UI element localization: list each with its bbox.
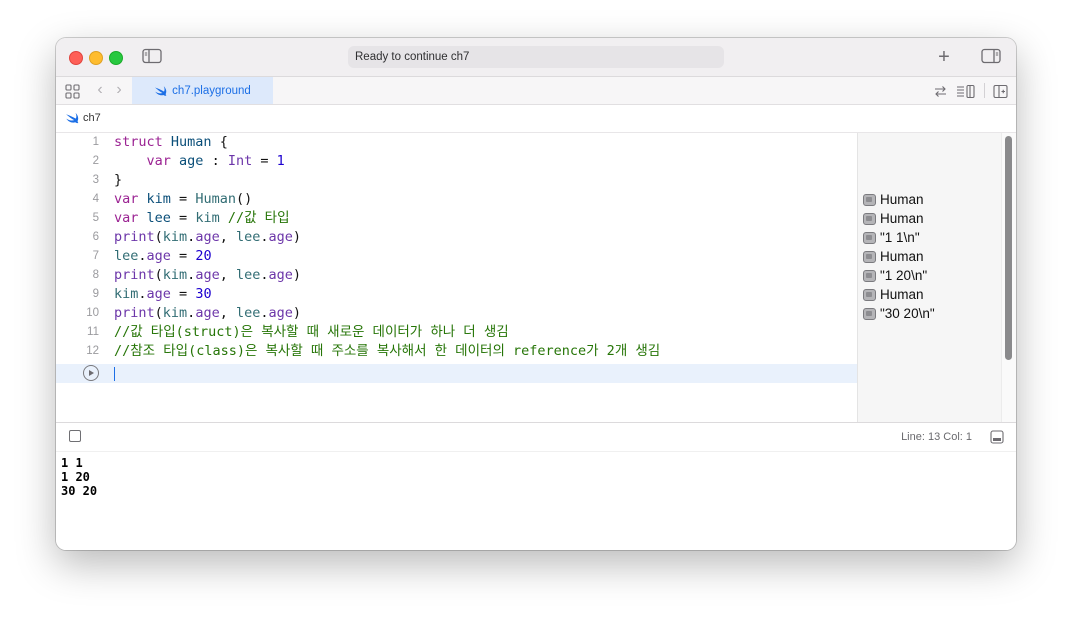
tab-ch7-playground[interactable]: ch7.playground: [132, 77, 273, 104]
quick-look-icon[interactable]: [863, 269, 876, 282]
code-line[interactable]: 6 print(kim.age, lee.age): [56, 228, 857, 247]
code-line[interactable]: 7 lee.age = 20: [56, 247, 857, 266]
console-toggle-icon[interactable]: [990, 430, 1004, 444]
title-bar: Ready to continue ch7 +: [56, 38, 1016, 77]
swift-icon: [155, 85, 167, 96]
cursor-position: Line: 13 Col: 1: [901, 431, 972, 443]
inspector-toggle-icon[interactable]: [981, 48, 1001, 64]
result-item[interactable]: Human: [863, 190, 924, 209]
result-item[interactable]: Human: [863, 247, 924, 266]
tab-label: ch7.playground: [172, 84, 251, 97]
close-window-button[interactable]: [69, 51, 83, 65]
result-item[interactable]: "30 20\n": [863, 304, 935, 323]
result-value: "1 1\n": [880, 230, 920, 245]
code-line[interactable]: 11 //값 타입(struct)은 복사할 때 새로운 데이터가 하나 더 생김: [56, 323, 857, 342]
editor-options-icon[interactable]: [956, 83, 976, 99]
code-text: print(kim.age, lee.age): [114, 305, 302, 321]
code-line[interactable]: 2 var age : Int = 1: [56, 152, 857, 171]
debug-bar: Line: 13 Col: 1: [56, 422, 1016, 452]
line-number: 11: [87, 326, 99, 338]
result-value: Human: [880, 249, 924, 264]
code-comment: //값 타입: [227, 210, 290, 226]
editor-scroll-thumb[interactable]: [1005, 136, 1012, 360]
current-line[interactable]: [56, 364, 857, 383]
line-number: 9: [92, 288, 99, 300]
quick-look-icon[interactable]: [863, 288, 876, 301]
code-line[interactable]: 3}: [56, 171, 857, 190]
quick-look-icon[interactable]: [863, 193, 876, 206]
quick-look-icon[interactable]: [863, 212, 876, 225]
result-item[interactable]: Human: [863, 285, 924, 304]
code-line[interactable]: 5 var lee = kim //값 타입: [56, 209, 857, 228]
activity-status: Ready to continue ch7: [348, 46, 724, 68]
code-text: print(kim.age, lee.age): [114, 267, 302, 283]
code-line[interactable]: 1 struct Human {: [56, 133, 857, 152]
results-sidebar: Human Human "1 1\n" Human "1 20\n" Human…: [857, 133, 1002, 422]
playground-window: Ready to continue ch7 + ‹ › ch7.playgrou…: [56, 38, 1016, 550]
jump-bar: ch7: [56, 105, 1016, 133]
tab-bar-divider: [984, 83, 985, 98]
code-text: var kim = Human(): [114, 191, 253, 207]
console-line: 1 20: [61, 470, 90, 484]
line-number: 7: [92, 250, 99, 262]
run-play-icon[interactable]: [83, 365, 99, 381]
code-text: print(kim.age, lee.age): [114, 229, 302, 245]
result-item[interactable]: "1 1\n": [863, 228, 920, 247]
text-cursor: [114, 367, 115, 381]
minimize-window-button[interactable]: [89, 51, 103, 65]
line-number: 8: [92, 269, 99, 281]
add-button[interactable]: +: [933, 46, 955, 68]
line-number: 3: [92, 174, 99, 186]
console-output[interactable]: 1 1 1 20 30 20: [56, 451, 1016, 550]
chevron-right-icon[interactable]: ›: [113, 81, 125, 99]
result-value: "30 20\n": [880, 306, 935, 321]
swift-icon: [66, 112, 79, 124]
code-text: kim.age = 30: [114, 286, 212, 302]
code-text: }: [114, 172, 123, 188]
code-comment: //참조 타입(class)은 복사할 때 주소를 복사해서 한 데이터의 re…: [114, 343, 661, 359]
code-text: lee.age = 20: [114, 248, 212, 264]
result-item[interactable]: "1 20\n": [863, 266, 927, 285]
debug-area-checkbox[interactable]: [69, 430, 81, 442]
chevron-left-icon[interactable]: ‹: [94, 81, 106, 99]
tab-bar: ‹ › ch7.playground: [56, 77, 1016, 105]
line-number: 12: [86, 345, 99, 357]
related-items-grid-icon[interactable]: [64, 83, 80, 99]
navigator-toggle-icon[interactable]: [142, 48, 162, 64]
line-number: 4: [92, 193, 99, 205]
code-text: struct Human {: [114, 134, 228, 150]
code-line[interactable]: 4 var kim = Human(): [56, 190, 857, 209]
code-text: var age : Int = 1: [146, 153, 285, 169]
swap-arrows-icon[interactable]: [932, 83, 948, 99]
code-text: var lee = kim //값 타입: [114, 210, 290, 226]
code-line[interactable]: 8 print(kim.age, lee.age): [56, 266, 857, 285]
console-line: 30 20: [61, 484, 98, 498]
line-number: 6: [92, 231, 99, 243]
line-number: 5: [92, 212, 99, 224]
result-value: Human: [880, 211, 924, 226]
zoom-window-button[interactable]: [109, 51, 123, 65]
code-line[interactable]: 10 print(kim.age, lee.age): [56, 304, 857, 323]
code-line[interactable]: 9 kim.age = 30: [56, 285, 857, 304]
code-comment: //값 타입(struct)은 복사할 때 새로운 데이터가 하나 더 생김: [114, 324, 509, 340]
result-value: Human: [880, 192, 924, 207]
code-line[interactable]: 12 //참조 타입(class)은 복사할 때 주소를 복사해서 한 데이터의 …: [56, 342, 857, 361]
console-line: 1 1: [61, 456, 83, 470]
line-number: 10: [86, 307, 99, 319]
line-number: 2: [92, 155, 99, 167]
breadcrumb[interactable]: ch7: [83, 111, 101, 125]
code-editor[interactable]: 1 struct Human { 2 var age : Int = 1 3} 4…: [56, 133, 857, 422]
result-value: Human: [880, 287, 924, 302]
line-number: 1: [92, 136, 99, 148]
quick-look-icon[interactable]: [863, 231, 876, 244]
quick-look-icon[interactable]: [863, 307, 876, 320]
quick-look-icon[interactable]: [863, 250, 876, 263]
add-editor-icon[interactable]: [992, 83, 1008, 99]
result-item[interactable]: Human: [863, 209, 924, 228]
result-value: "1 20\n": [880, 268, 928, 283]
